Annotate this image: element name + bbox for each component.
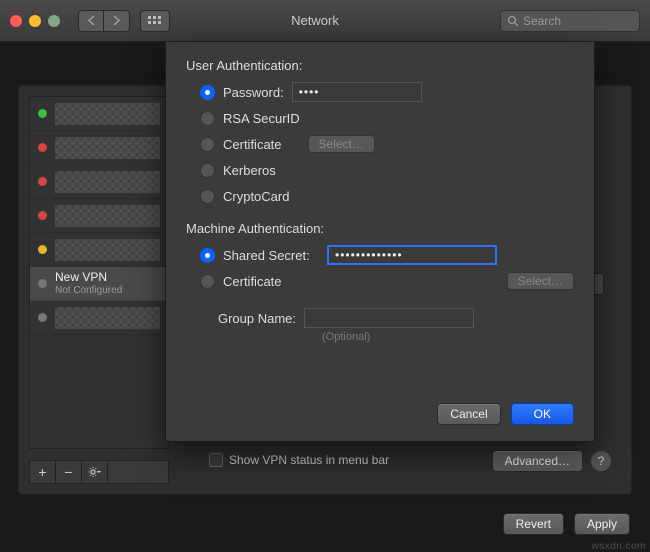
traffic-lights (10, 15, 60, 27)
obscured-label (55, 239, 160, 261)
radio-cert-row: Certificate Select… (200, 133, 574, 155)
radio-cert[interactable] (200, 137, 215, 152)
list-item[interactable] (30, 131, 168, 165)
radio-password-row: Password: (200, 81, 574, 103)
forward-button[interactable] (104, 10, 130, 32)
titlebar: Network Search (0, 0, 650, 42)
user-auth-heading: User Authentication: (186, 58, 574, 73)
network-sidebar: New VPN Not Configured (29, 96, 169, 449)
group-name-label: Group Name: (200, 311, 296, 326)
radio-rsa-row: RSA SecurID (200, 107, 574, 129)
status-dot-icon (38, 245, 47, 254)
back-button[interactable] (78, 10, 104, 32)
radio-password-label: Password: (223, 85, 284, 100)
show-vpn-checkbox[interactable] (209, 453, 223, 467)
vpn-name: New VPN (55, 271, 122, 284)
status-dot-icon (38, 143, 47, 152)
radio-shared-secret[interactable] (200, 248, 215, 263)
add-service-button[interactable]: + (30, 461, 56, 483)
radio-rsa[interactable] (200, 111, 215, 126)
status-dot-icon (38, 177, 47, 186)
radio-machine-cert[interactable] (200, 274, 215, 289)
list-item[interactable] (30, 165, 168, 199)
nav-buttons (78, 10, 130, 32)
remove-service-button[interactable]: − (56, 461, 82, 483)
obscured-label (55, 205, 160, 227)
password-field[interactable] (292, 82, 422, 102)
vpn-text: New VPN Not Configured (55, 271, 122, 295)
radio-cert-label: Certificate (223, 137, 282, 152)
list-item[interactable] (30, 233, 168, 267)
auth-sheet: User Authentication: Password: RSA Secur… (165, 42, 595, 442)
minimize-window-icon[interactable] (29, 15, 41, 27)
advanced-row: Advanced… ? (492, 450, 611, 472)
radio-rsa-label: RSA SecurID (223, 111, 300, 126)
revert-button[interactable]: Revert (503, 513, 564, 535)
group-name-row: Group Name: (200, 308, 574, 328)
gear-icon (88, 466, 102, 478)
ok-button[interactable]: OK (511, 403, 574, 425)
watermark: wsxdn.com (591, 541, 646, 552)
zoom-window-icon[interactable] (48, 15, 60, 27)
obscured-label (55, 171, 160, 193)
radio-machine-cert-row: Certificate Select… (200, 270, 574, 292)
obscured-label (55, 103, 160, 125)
radio-crypto-label: CryptoCard (223, 189, 289, 204)
status-dot-icon (38, 109, 47, 118)
user-cert-select-button[interactable]: Select… (308, 135, 375, 153)
list-item[interactable] (30, 97, 168, 131)
radio-kerberos-row: Kerberos (200, 159, 574, 181)
list-item[interactable] (30, 301, 168, 335)
status-dot-icon (38, 211, 47, 220)
machine-auth-heading: Machine Authentication: (186, 221, 574, 236)
advanced-button[interactable]: Advanced… (492, 450, 583, 472)
radio-shared-row: Shared Secret: (200, 244, 574, 266)
status-dot-icon (38, 313, 47, 322)
obscured-label (55, 307, 160, 329)
search-icon (507, 15, 519, 27)
cancel-button[interactable]: Cancel (437, 403, 500, 425)
group-name-placeholder: (Optional) (322, 331, 574, 343)
help-button[interactable]: ? (591, 451, 611, 471)
sheet-buttons: Cancel OK (437, 403, 574, 425)
vpn-sub: Not Configured (55, 285, 122, 296)
radio-shared-label: Shared Secret: (223, 248, 319, 263)
service-actions-button[interactable] (82, 461, 108, 483)
sidebar-footer: + − (29, 460, 169, 484)
list-item[interactable] (30, 199, 168, 233)
radio-machine-cert-label: Certificate (223, 274, 319, 289)
search-input[interactable]: Search (500, 10, 640, 32)
radio-kerberos-label: Kerberos (223, 163, 276, 178)
search-placeholder: Search (523, 14, 561, 28)
close-window-icon[interactable] (10, 15, 22, 27)
radio-kerberos[interactable] (200, 163, 215, 178)
bottom-bar: Revert Apply (503, 513, 630, 535)
radio-crypto-row: CryptoCard (200, 185, 574, 207)
shared-secret-field[interactable] (327, 245, 497, 265)
radio-password[interactable] (200, 85, 215, 100)
group-name-field[interactable] (304, 308, 474, 328)
show-vpn-label: Show VPN status in menu bar (229, 453, 389, 467)
apply-button[interactable]: Apply (574, 513, 630, 535)
machine-cert-select-button[interactable]: Select… (507, 272, 574, 290)
show-vpn-checkbox-row: Show VPN status in menu bar (209, 453, 389, 467)
obscured-label (55, 137, 160, 159)
status-dot-icon (38, 279, 47, 288)
window-title: Network (140, 13, 490, 28)
radio-crypto[interactable] (200, 189, 215, 204)
sidebar-item-new-vpn[interactable]: New VPN Not Configured (30, 267, 168, 301)
